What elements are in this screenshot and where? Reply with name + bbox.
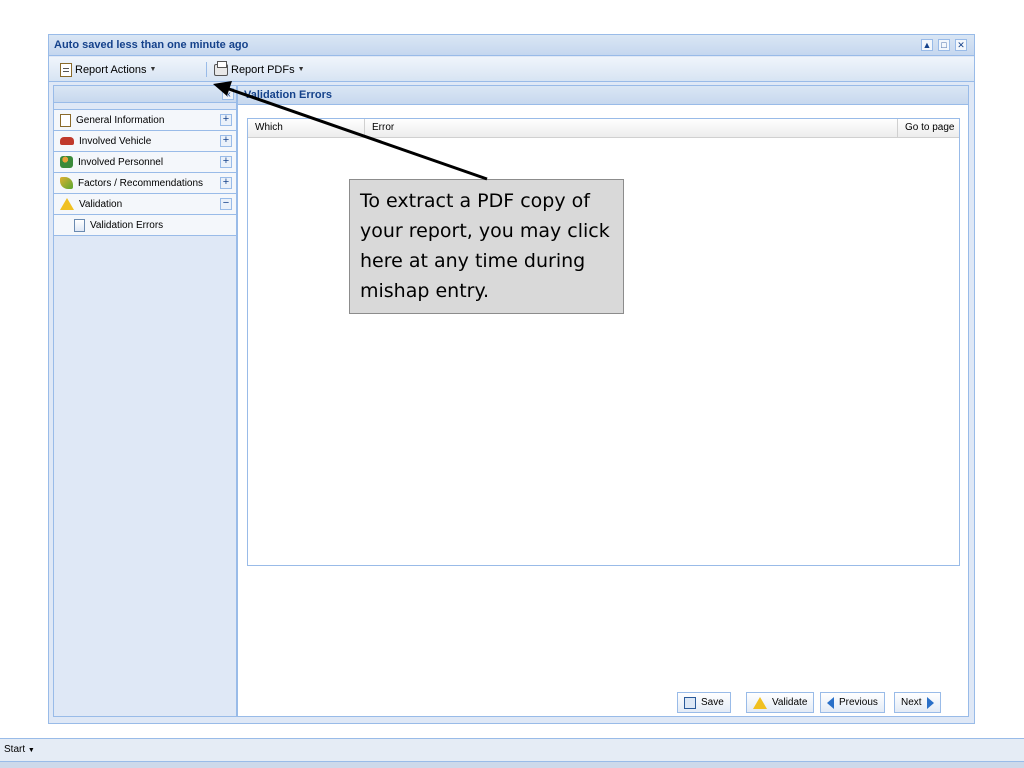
expand-toggle[interactable]: + <box>220 114 232 126</box>
toolbar: Report Actions ▼ Report PDFs ▼ <box>49 57 974 82</box>
arrow-right-icon <box>926 696 934 709</box>
report-actions-button[interactable]: Report Actions ▼ <box>60 61 156 78</box>
column-go-to-page[interactable]: Go to page <box>898 119 959 137</box>
arrow-left-icon <box>827 696 834 709</box>
expand-toggle[interactable]: + <box>220 177 232 189</box>
expand-toggle[interactable]: + <box>220 135 232 147</box>
report-pdfs-button[interactable]: Report PDFs ▼ <box>214 60 305 78</box>
sidebar-item-general-information[interactable]: General Information + <box>54 110 236 131</box>
next-button[interactable]: Next <box>894 692 941 713</box>
factors-icon <box>60 177 73 189</box>
sidebar-item-label: Involved Personnel <box>78 156 164 168</box>
next-label: Next <box>901 697 922 708</box>
autosave-status: Auto saved less than one minute ago <box>54 39 249 51</box>
window-title-bar: Auto saved less than one minute ago ▲ □ … <box>49 35 974 56</box>
instruction-callout: To extract a PDF copy of your report, yo… <box>349 179 624 314</box>
sidebar-item-involved-vehicle[interactable]: Involved Vehicle + <box>54 131 236 152</box>
dropdown-arrow-icon: ▼ <box>297 66 305 73</box>
sidebar-item-label: Validation <box>79 198 123 210</box>
taskbar-strip <box>0 761 1024 768</box>
collapse-toggle[interactable]: − <box>220 198 232 210</box>
sidebar-item-factors-recommendations[interactable]: Factors / Recommendations + <box>54 173 236 194</box>
close-window-button[interactable]: ✕ <box>955 39 967 51</box>
people-icon <box>60 156 73 168</box>
report-window: Auto saved less than one minute ago ▲ □ … <box>48 34 975 724</box>
sidebar-header: « <box>54 86 236 103</box>
sidebar-item-label: General Information <box>76 114 165 126</box>
navigation-sidebar: « General Information + Involved Vehicle… <box>53 85 237 717</box>
sidebar-item-label: Factors / Recommendations <box>78 177 204 189</box>
document-icon <box>60 113 71 127</box>
collapse-window-button[interactable]: ▲ <box>921 39 933 51</box>
sidebar-item-involved-personnel[interactable]: Involved Personnel + <box>54 152 236 173</box>
column-error[interactable]: Error <box>365 119 898 137</box>
grid-header: Which Error Go to page <box>248 119 959 138</box>
collapse-sidebar-button[interactable]: « <box>222 88 234 100</box>
sidebar-item-validation-errors[interactable]: Validation Errors <box>54 215 236 236</box>
warning-icon <box>753 696 767 709</box>
maximize-window-button[interactable]: □ <box>938 39 950 51</box>
start-button[interactable]: Start ▼ <box>4 744 35 755</box>
sidebar-item-label: Validation Errors <box>90 219 164 231</box>
save-label: Save <box>701 697 724 708</box>
printer-icon <box>214 60 228 76</box>
validate-label: Validate <box>772 697 808 708</box>
sidebar-item-label: Involved Vehicle <box>79 135 152 147</box>
warning-icon <box>60 198 74 210</box>
report-file-icon <box>74 218 85 232</box>
previous-button[interactable]: Previous <box>820 692 885 713</box>
dropdown-arrow-icon: ▼ <box>149 66 157 73</box>
save-icon <box>684 696 696 709</box>
panel-title: Validation Errors <box>238 86 968 105</box>
save-button[interactable]: Save <box>677 692 731 713</box>
previous-label: Previous <box>839 697 878 708</box>
report-pdfs-label: Report PDFs <box>231 63 295 76</box>
document-icon <box>60 62 72 77</box>
validate-button[interactable]: Validate <box>746 692 815 713</box>
sidebar-item-validation[interactable]: Validation − <box>54 194 236 215</box>
car-icon <box>60 137 74 145</box>
nav-list: General Information + Involved Vehicle +… <box>54 109 236 236</box>
column-which[interactable]: Which <box>248 119 365 137</box>
expand-toggle[interactable]: + <box>220 156 232 168</box>
report-actions-label: Report Actions <box>75 63 147 76</box>
taskbar: Start ▼ <box>0 738 1024 768</box>
toolbar-separator <box>206 62 207 77</box>
